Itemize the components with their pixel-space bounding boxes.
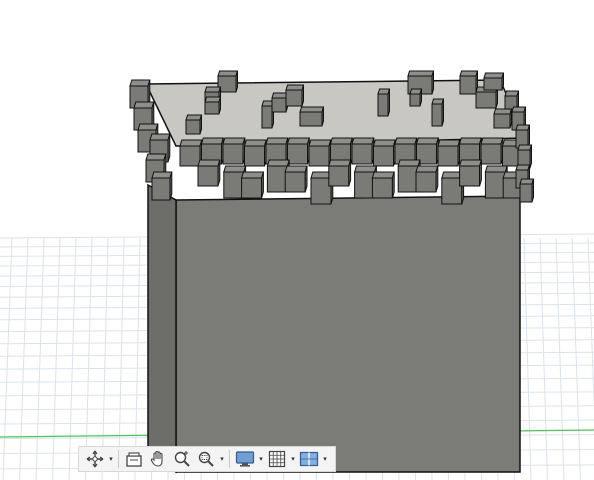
grid-line [19,237,29,480]
grid-line [539,237,548,480]
grid-line [2,237,13,480]
grid-line [118,237,125,480]
rim-cube [222,137,246,165]
grid-line [587,237,594,413]
grid-line [68,237,77,480]
3d-viewport[interactable] [0,0,594,480]
grid-line [571,237,581,480]
grid-line [134,237,141,480]
grid-line [555,237,565,480]
rim-cube [458,159,483,187]
rim-cube [197,159,221,187]
fit-menu-caret[interactable]: ▾ [218,448,226,470]
fit-button[interactable] [194,448,218,470]
orbit-button[interactable] [83,448,107,470]
rim-cube [519,178,535,203]
grid-line [101,237,109,480]
top-cube [185,114,203,135]
rim-cube [308,139,332,167]
rim-cube [151,171,173,201]
rim-cube [480,137,504,165]
look-at-icon [126,452,142,467]
rim-cube [371,171,395,199]
grid-line [52,237,61,480]
viewports-menu-caret[interactable]: ▾ [321,448,329,470]
grid-snaps-button[interactable] [265,448,289,470]
navigation-toolbar: ▾ ▾ ▾ ▾ ▾ [78,446,336,472]
rim-cube [415,165,439,193]
voxel-model [129,70,535,474]
rim-cube [179,139,203,167]
rim-cube [286,137,310,165]
top-cube [431,98,445,127]
rim-cube [284,165,308,193]
look-at-button[interactable] [122,448,146,470]
top-cube [377,88,391,117]
display-settings-menu-caret[interactable]: ▾ [257,448,265,470]
top-cube [204,96,222,115]
top-cube [271,92,289,113]
toolbar-divider [118,450,119,468]
grid-icon [268,450,286,468]
toolbar-divider [229,450,230,468]
orbit-menu-caret[interactable]: ▾ [107,448,115,470]
top-cube [483,72,505,91]
rim-cube [243,139,267,167]
top-cube [459,70,479,95]
model-front-face [175,195,521,473]
pan-button[interactable] [146,448,170,470]
display-settings-icon [235,451,255,467]
top-cube [285,84,305,107]
viewports-button[interactable] [297,448,321,470]
model-left-face [147,183,177,474]
top-cube [493,108,513,129]
rim-cube [372,139,396,167]
rim-cube [351,137,375,165]
grid-line [35,237,45,480]
display-settings-button[interactable] [233,448,257,470]
viewports-icon [299,451,319,467]
zoom-icon [174,451,190,467]
zoom-button[interactable] [170,448,194,470]
top-cube [299,106,325,127]
rim-cube [240,171,265,199]
grid-line [523,237,532,480]
pan-hand-icon [150,450,163,467]
zoom-window-icon [198,451,214,467]
rim-cube [328,159,352,187]
grid-line [85,237,93,480]
orbit-icon [86,450,104,468]
rim-cube [437,139,461,167]
top-cube [409,88,423,107]
grid-menu-caret[interactable]: ▾ [289,448,297,470]
